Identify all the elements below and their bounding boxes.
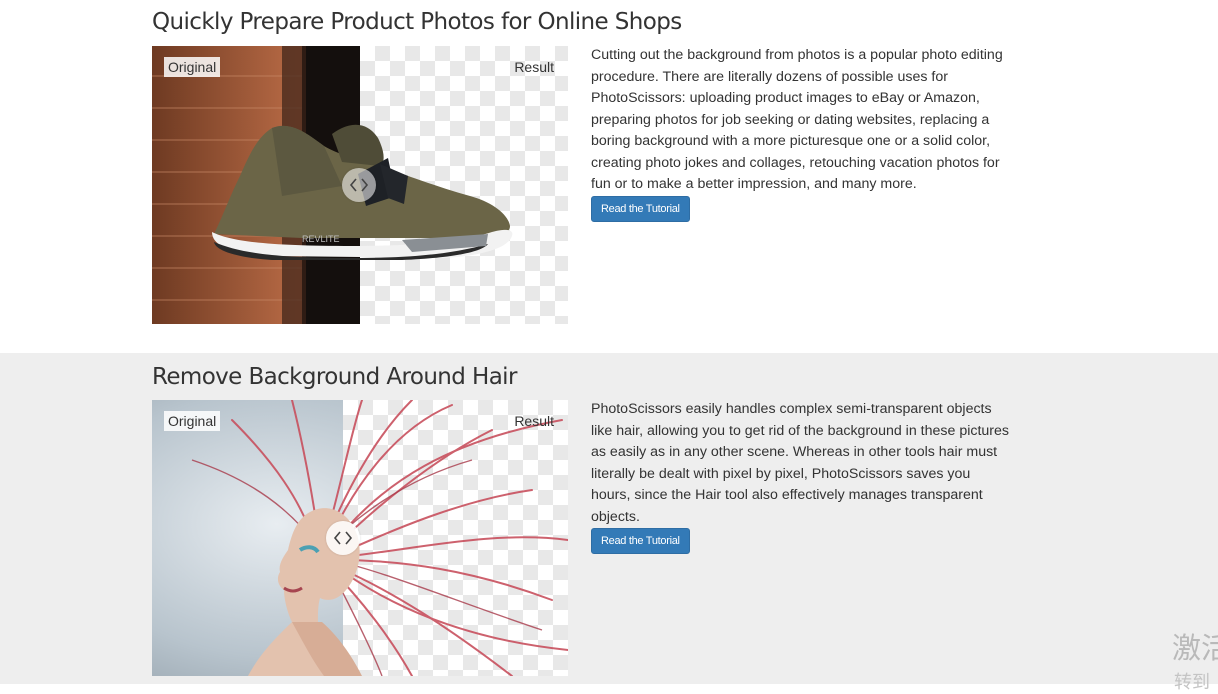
slider-handle[interactable] — [342, 168, 376, 202]
before-after-comparison[interactable]: REVLITE Original Result — [152, 46, 568, 324]
section-title: Remove Background Around Hair — [152, 364, 517, 390]
product-photos-section: Quickly Prepare Product Photos for Onlin… — [0, 0, 1218, 353]
read-tutorial-button[interactable]: Read the Tutorial — [591, 528, 690, 554]
chevron-left-right-icon — [333, 531, 353, 545]
activation-watermark: 激活 — [1172, 631, 1218, 665]
activation-watermark-subtext: 转到 — [1174, 672, 1210, 693]
result-label: Result — [514, 59, 554, 75]
slider-handle[interactable] — [326, 521, 360, 555]
chevron-left-right-icon — [349, 178, 369, 192]
section-title: Quickly Prepare Product Photos for Onlin… — [152, 9, 682, 35]
section-description: Cutting out the background from photos i… — [591, 47, 1003, 192]
before-after-comparison[interactable]: Original Result — [152, 400, 568, 676]
result-label: Result — [514, 413, 554, 429]
original-label: Original — [164, 411, 221, 431]
svg-text:REVLITE: REVLITE — [302, 234, 340, 244]
read-tutorial-button[interactable]: Read the Tutorial — [591, 196, 690, 222]
hair-removal-section: Remove Background Around Hair Original R… — [0, 353, 1218, 684]
original-label: Original — [164, 57, 221, 77]
woman-hair-image — [191, 400, 568, 676]
section-description: PhotoScissors easily handles complex sem… — [591, 401, 1009, 525]
